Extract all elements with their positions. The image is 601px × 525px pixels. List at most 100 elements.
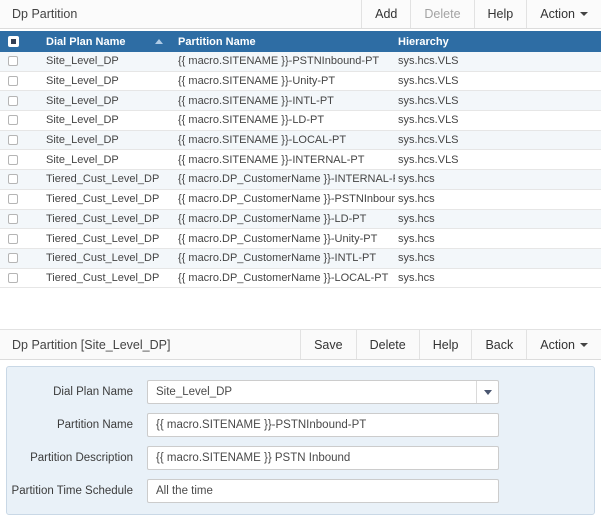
row-checkbox-cell <box>0 76 40 86</box>
partition-description-label: Partition Description <box>7 450 147 466</box>
back-button[interactable]: Back <box>471 330 526 359</box>
hierarchy-cell: sys.hcs <box>395 173 601 185</box>
table-row[interactable]: Site_Level_DP{{ macro.SITENAME }}-PSTNIn… <box>0 52 601 72</box>
dial-plan-name-select[interactable]: Site_Level_DP <box>147 380 499 404</box>
partition-time-schedule-row: Partition Time Schedule <box>7 479 594 503</box>
button-label: Action <box>540 7 575 21</box>
table-row[interactable]: Tiered_Cust_Level_DP{{ macro.DP_Customer… <box>0 269 601 289</box>
partition-name-cell: {{ macro.SITENAME }}-Unity-PT <box>175 75 395 87</box>
button-label: Back <box>485 338 513 352</box>
table-row[interactable]: Tiered_Cust_Level_DP{{ macro.DP_Customer… <box>0 210 601 230</box>
hierarchy-cell: sys.hcs <box>395 272 601 284</box>
table-row[interactable]: Site_Level_DP{{ macro.SITENAME }}-LD-PTs… <box>0 111 601 131</box>
row-checkbox[interactable] <box>8 194 18 204</box>
select-all-cell <box>0 36 40 47</box>
table-row[interactable]: Tiered_Cust_Level_DP{{ macro.DP_Customer… <box>0 190 601 210</box>
action-button[interactable]: Action <box>526 0 601 28</box>
list-toolbar-buttons: Add Delete Help Action <box>361 0 601 28</box>
dial-plan-name-cell: Tiered_Cust_Level_DP <box>40 233 175 245</box>
dial-plan-name-cell: Site_Level_DP <box>40 114 175 126</box>
dial-plan-name-control: Site_Level_DP <box>147 380 499 404</box>
row-checkbox[interactable] <box>8 174 18 184</box>
row-checkbox-cell <box>0 253 40 263</box>
row-checkbox[interactable] <box>8 76 18 86</box>
partition-name-cell: {{ macro.DP_CustomerName }}-INTL-PT <box>175 252 395 264</box>
hierarchy-cell: sys.hcs <box>395 213 601 225</box>
hierarchy-cell: sys.hcs.VLS <box>395 95 601 107</box>
row-checkbox-cell <box>0 135 40 145</box>
partition-time-schedule-input[interactable] <box>147 479 499 503</box>
partition-name-cell: {{ macro.DP_CustomerName }}-LOCAL-PT <box>175 272 395 284</box>
partition-description-row: Partition Description <box>7 446 594 470</box>
partition-name-cell: {{ macro.SITENAME }}-LOCAL-PT <box>175 134 395 146</box>
dp-partition-detail-panel: Dp Partition [Site_Level_DP] Save Delete H… <box>0 329 601 515</box>
table-row[interactable]: Tiered_Cust_Level_DP{{ macro.DP_Customer… <box>0 249 601 269</box>
help-button[interactable]: Help <box>474 0 527 28</box>
dial-plan-name-cell: Tiered_Cust_Level_DP <box>40 193 175 205</box>
action-button[interactable]: Action <box>526 330 601 359</box>
column-label: Partition Name <box>178 36 256 48</box>
column-header-dial-plan-name[interactable]: Dial Plan Name <box>40 36 175 48</box>
hierarchy-cell: sys.hcs.VLS <box>395 55 601 67</box>
detail-panel-title: Dp Partition [Site_Level_DP] <box>0 330 300 359</box>
table-row[interactable]: Site_Level_DP{{ macro.SITENAME }}-Unity-… <box>0 72 601 92</box>
partition-description-input[interactable] <box>147 446 499 470</box>
select-all-checkbox[interactable] <box>8 36 19 47</box>
dial-plan-name-cell: Site_Level_DP <box>40 75 175 87</box>
sort-ascending-icon <box>155 39 163 44</box>
column-header-partition-name[interactable]: Partition Name <box>175 36 395 48</box>
button-label: Help <box>488 7 514 21</box>
dial-plan-name-cell: Tiered_Cust_Level_DP <box>40 252 175 264</box>
row-checkbox[interactable] <box>8 96 18 106</box>
row-checkbox[interactable] <box>8 234 18 244</box>
select-caret-box[interactable] <box>476 381 498 403</box>
row-checkbox[interactable] <box>8 56 18 66</box>
table-row[interactable]: Site_Level_DP{{ macro.SITENAME }}-LOCAL-… <box>0 131 601 151</box>
partition-time-schedule-label: Partition Time Schedule <box>7 483 147 499</box>
delete-button[interactable]: Delete <box>410 0 473 28</box>
table-row[interactable]: Tiered_Cust_Level_DP{{ macro.DP_Customer… <box>0 229 601 249</box>
detail-toolbar: Dp Partition [Site_Level_DP] Save Delete H… <box>0 329 601 360</box>
delete-button[interactable]: Delete <box>356 330 419 359</box>
add-button[interactable]: Add <box>361 0 410 28</box>
dial-plan-name-cell: Site_Level_DP <box>40 154 175 166</box>
help-button[interactable]: Help <box>419 330 472 359</box>
row-checkbox[interactable] <box>8 155 18 165</box>
partition-name-cell: {{ macro.SITENAME }}-PSTNInbound-PT <box>175 55 395 67</box>
dial-plan-name-label: Dial Plan Name <box>7 384 147 400</box>
hierarchy-cell: sys.hcs <box>395 193 601 205</box>
dial-plan-name-cell: Site_Level_DP <box>40 55 175 67</box>
button-label: Add <box>375 7 397 21</box>
partition-name-cell: {{ macro.SITENAME }}-LD-PT <box>175 114 395 126</box>
row-checkbox[interactable] <box>8 115 18 125</box>
partition-name-cell: {{ macro.SITENAME }}-INTERNAL-PT <box>175 154 395 166</box>
table-row[interactable]: Tiered_Cust_Level_DP{{ macro.DP_Customer… <box>0 170 601 190</box>
dp-partition-table: Dial Plan Name Partition Name Hierarchy … <box>0 31 601 288</box>
partition-name-input[interactable] <box>147 413 499 437</box>
column-label: Dial Plan Name <box>46 36 125 48</box>
column-header-hierarchy[interactable]: Hierarchy <box>395 36 601 48</box>
partition-name-cell: {{ macro.DP_CustomerName }}-LD-PT <box>175 213 395 225</box>
table-row[interactable]: Site_Level_DP{{ macro.SITENAME }}-INTERN… <box>0 150 601 170</box>
table-body: Site_Level_DP{{ macro.SITENAME }}-PSTNIn… <box>0 52 601 288</box>
button-label: Save <box>314 338 343 352</box>
partition-name-row: Partition Name <box>7 413 594 437</box>
hierarchy-cell: sys.hcs.VLS <box>395 114 601 126</box>
partition-description-control <box>147 446 499 470</box>
save-button[interactable]: Save <box>300 330 356 359</box>
table-row[interactable]: Site_Level_DP{{ macro.SITENAME }}-INTL-P… <box>0 91 601 111</box>
button-label: Delete <box>424 7 460 21</box>
list-panel-title: Dp Partition <box>0 0 361 28</box>
partition-name-cell: {{ macro.DP_CustomerName }}-INTERNAL-PT <box>175 173 395 185</box>
caret-down-icon <box>484 390 492 395</box>
row-checkbox[interactable] <box>8 135 18 145</box>
hierarchy-cell: sys.hcs.VLS <box>395 134 601 146</box>
row-checkbox[interactable] <box>8 214 18 224</box>
button-label: Delete <box>370 338 406 352</box>
row-checkbox[interactable] <box>8 273 18 283</box>
row-checkbox[interactable] <box>8 253 18 263</box>
dp-partition-form: Dial Plan NameSite_Level_DP Partition Nam… <box>6 366 595 515</box>
partition-name-control <box>147 413 499 437</box>
column-label: Hierarchy <box>398 36 449 48</box>
row-checkbox-cell <box>0 214 40 224</box>
